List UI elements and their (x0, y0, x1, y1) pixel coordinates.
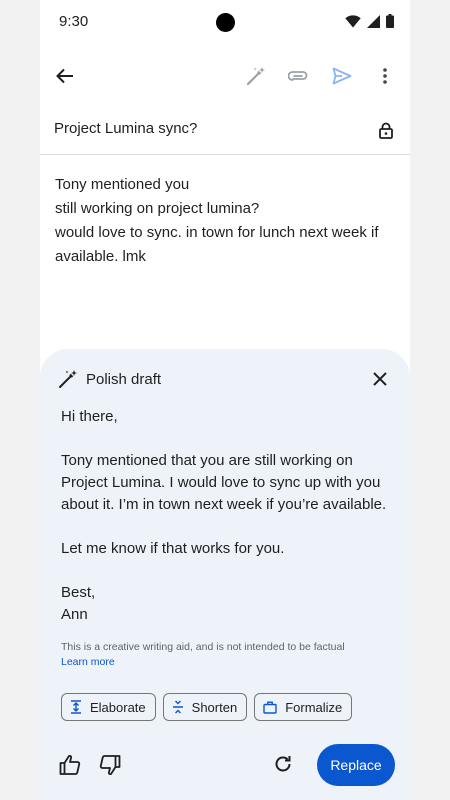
help-me-write-button[interactable] (240, 60, 272, 92)
lock-icon (379, 122, 393, 139)
draft-greeting: Hi there, (61, 408, 118, 425)
body-line: available. lmk (55, 248, 146, 265)
magic-wand-icon (59, 370, 77, 388)
sheet-header: Polish draft (58, 367, 161, 391)
draft-paragraph: Tony mentioned that you are still workin… (61, 452, 387, 513)
phone-screen: 9:30 Project Lumina sync? Tony mentioned… (40, 0, 410, 800)
regenerate-button[interactable] (273, 754, 293, 779)
close-button[interactable] (368, 367, 392, 391)
battery-icon (386, 14, 394, 28)
formalize-chip[interactable]: Formalize (254, 693, 353, 721)
subject-field[interactable]: Project Lumina sync? (40, 108, 410, 155)
more-vert-icon (383, 68, 387, 84)
elaborate-label: Elaborate (90, 699, 146, 715)
paperclip-icon (288, 71, 308, 81)
polished-draft-text: Hi there, Tony mentioned that you are st… (61, 406, 391, 626)
attach-button[interactable] (282, 60, 314, 92)
subject-text: Project Lumina sync? (54, 120, 198, 137)
refine-chips: Elaborate Shorten Formalize (61, 693, 353, 721)
learn-more-link[interactable]: Learn more (61, 656, 115, 668)
magic-wand-icon (246, 67, 265, 86)
email-body[interactable]: Tony mentioned you still working on proj… (55, 173, 400, 269)
confidential-mode-button[interactable] (374, 118, 398, 142)
thumbs-up-button[interactable] (59, 754, 81, 781)
disclaimer-text: This is a creative writing aid, and is n… (61, 641, 345, 653)
more-options-button[interactable] (369, 60, 401, 92)
thumbs-up-icon (59, 754, 81, 775)
collapse-icon (172, 700, 183, 714)
draft-name: Ann (61, 606, 88, 623)
compose-toolbar (40, 52, 410, 100)
sheet-title: Polish draft (86, 370, 162, 388)
back-button[interactable] (49, 60, 81, 92)
send-button[interactable] (326, 60, 358, 92)
feedback-row: Replace (40, 744, 410, 790)
status-time: 9:30 (59, 13, 89, 30)
shorten-label: Shorten (191, 699, 238, 715)
body-line: Tony mentioned you (55, 176, 190, 193)
status-icons (345, 14, 394, 28)
shorten-chip[interactable]: Shorten (162, 693, 248, 721)
status-bar: 9:30 (40, 0, 410, 46)
cellular-signal-icon (367, 14, 380, 28)
elaborate-chip[interactable]: Elaborate (61, 693, 156, 721)
send-icon (332, 67, 352, 85)
back-arrow-icon (56, 68, 73, 84)
wifi-icon (345, 14, 361, 27)
camera-cutout (216, 13, 235, 32)
formalize-label: Formalize (285, 699, 343, 715)
draft-signoff: Best, Ann (61, 582, 391, 626)
expand-icon (71, 700, 81, 714)
thumbs-down-button[interactable] (99, 754, 121, 781)
draft-signoff-text: Best, (61, 584, 96, 601)
body-line: still working on project lumina? (55, 200, 260, 217)
body-line: would love to sync. in town for lunch ne… (55, 224, 379, 241)
polish-draft-sheet: Polish draft Hi there, Tony mentioned th… (40, 349, 410, 800)
draft-closing-line: Let me know if that works for you. (61, 540, 285, 557)
refresh-icon (275, 756, 291, 772)
replace-button[interactable]: Replace (317, 744, 395, 786)
briefcase-icon (263, 701, 277, 714)
close-icon (373, 372, 387, 386)
thumbs-down-icon (99, 755, 121, 776)
